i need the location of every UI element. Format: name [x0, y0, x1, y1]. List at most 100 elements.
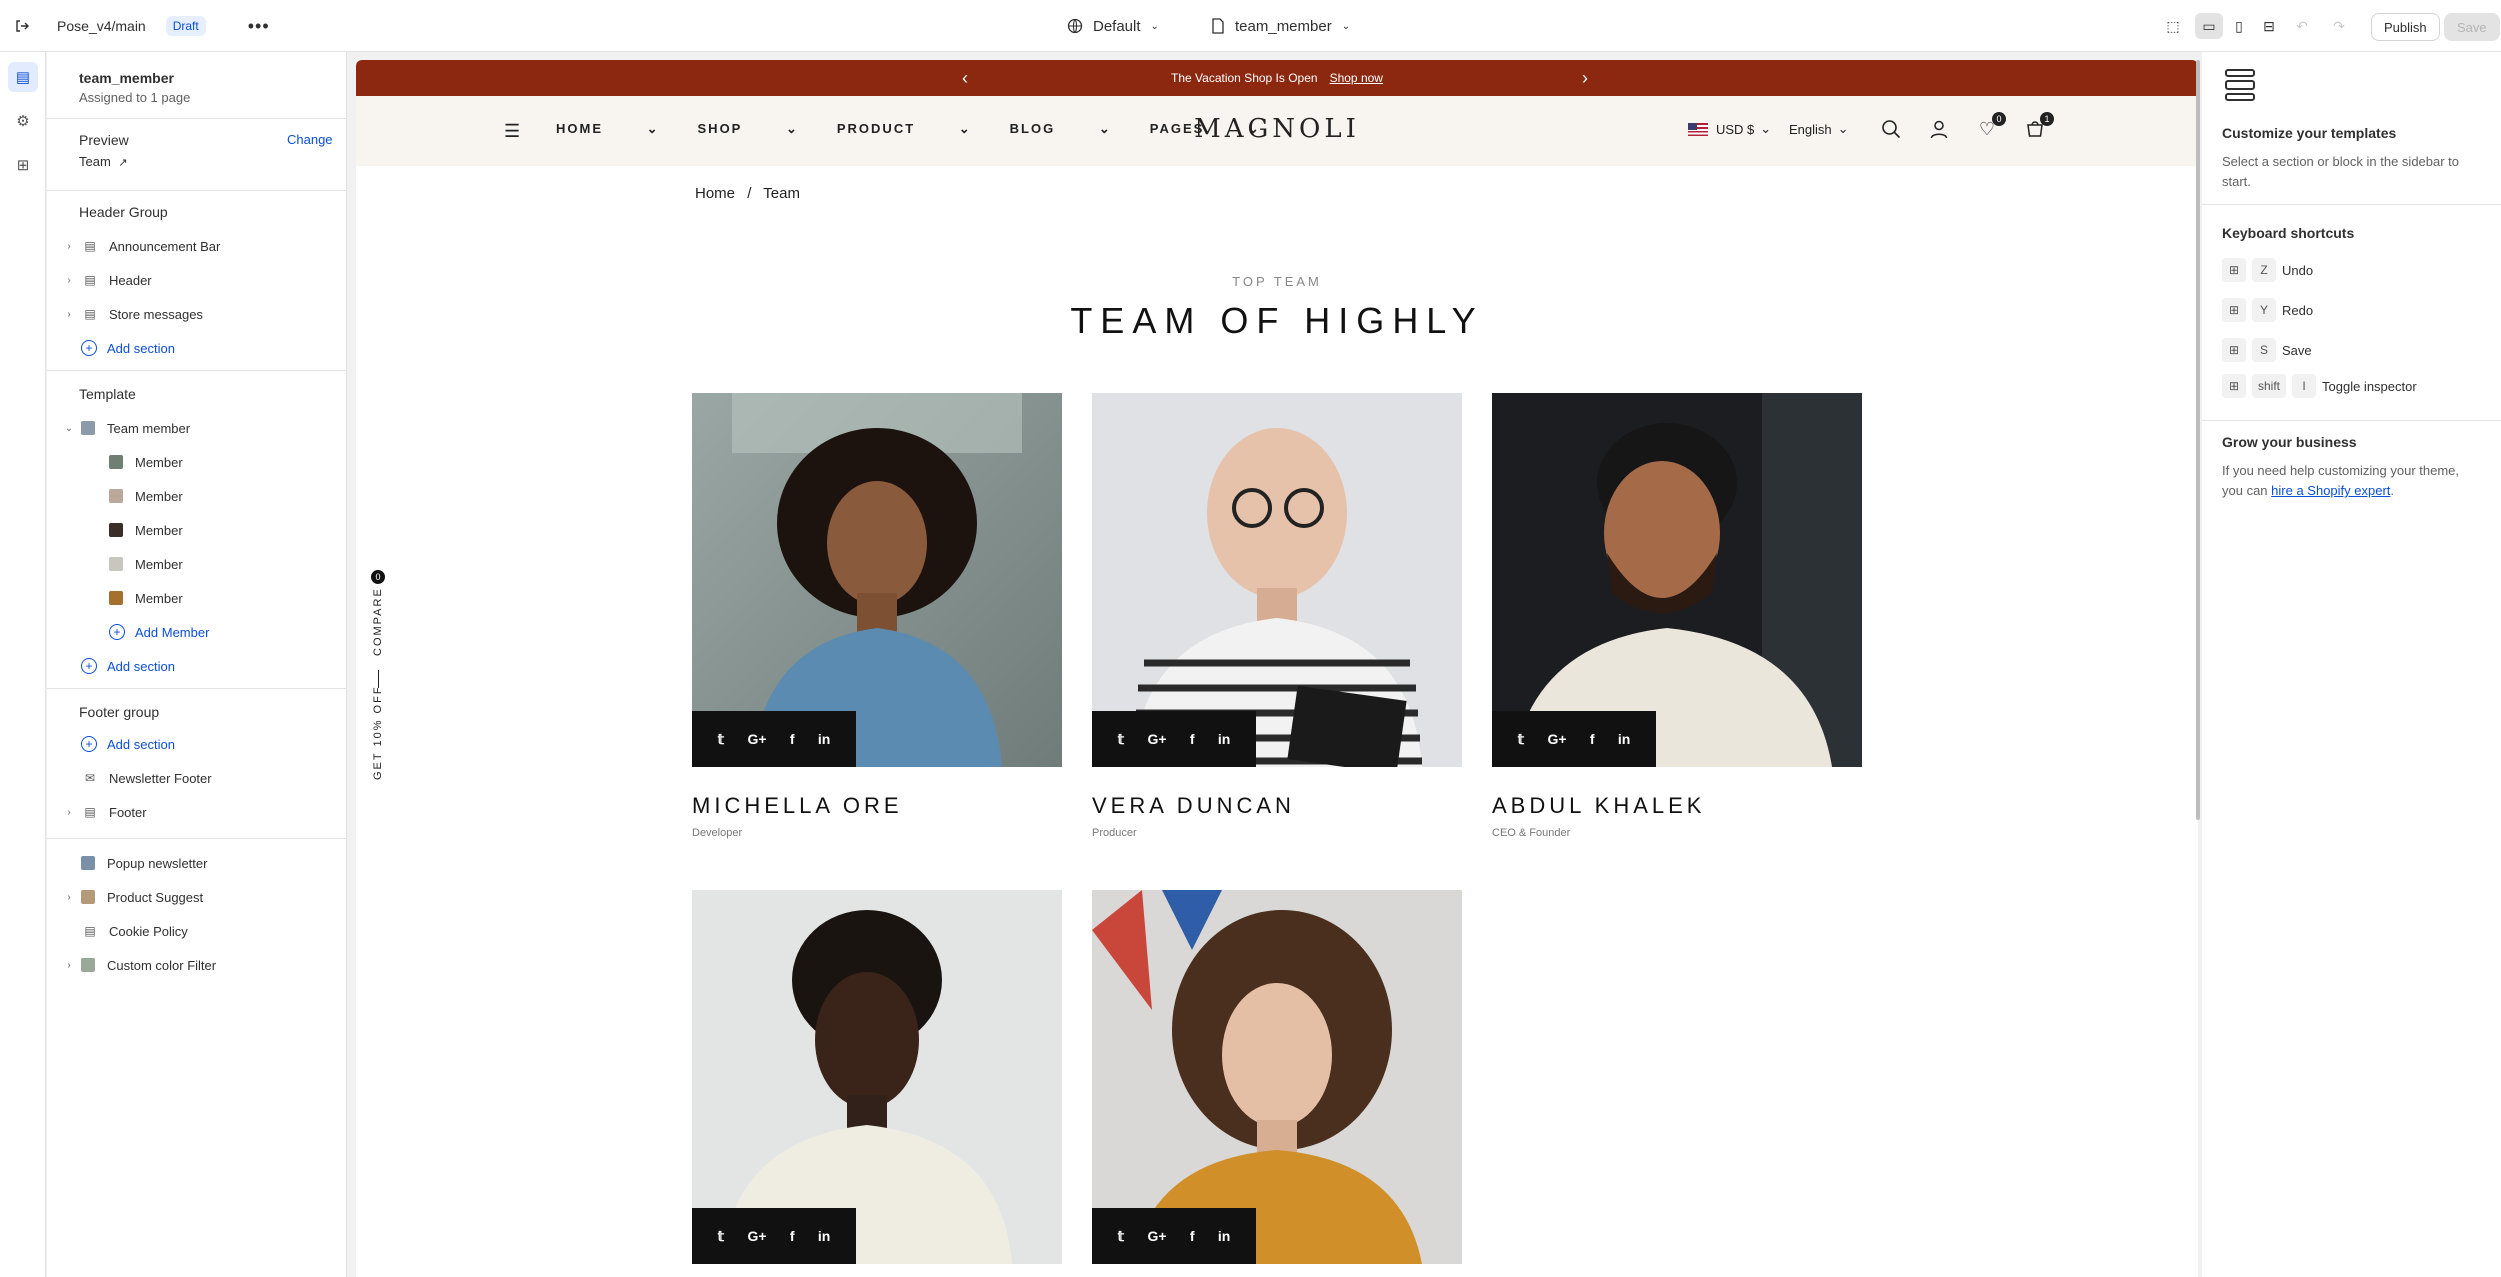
block-member[interactable]: Member: [47, 447, 347, 477]
breadcrumb-home[interactable]: Home: [695, 185, 735, 202]
theme-selector[interactable]: Default ⌄: [1067, 14, 1159, 38]
block-label: Member: [135, 488, 183, 504]
member-thumbnail: [109, 591, 123, 605]
add-section-template-button[interactable]: + Add section: [47, 651, 347, 681]
section-label: Team member: [107, 420, 191, 436]
apps-tab[interactable]: ⊞: [8, 150, 38, 180]
block-member[interactable]: Member: [47, 481, 347, 511]
twitter-icon[interactable]: 𝕥: [718, 731, 725, 748]
us-flag-icon: [1688, 122, 1708, 136]
section-header[interactable]: › ▤ Header: [47, 265, 347, 295]
twitter-icon[interactable]: 𝕥: [1118, 1228, 1125, 1245]
section-newsletter-footer[interactable]: ✉ Newsletter Footer: [47, 763, 347, 793]
section-product-suggest[interactable]: › Product Suggest: [47, 882, 347, 912]
linkedin-icon[interactable]: in: [1218, 1228, 1230, 1244]
linkedin-icon[interactable]: in: [818, 1228, 830, 1244]
footer-group-title: Footer group: [79, 704, 160, 720]
shortcut-key: ⊞: [2222, 258, 2246, 282]
twitter-icon[interactable]: 𝕥: [1118, 731, 1125, 748]
product-suggest-thumbnail: [81, 890, 95, 904]
cart-icon[interactable]: 1: [2022, 112, 2054, 142]
hire-expert-link[interactable]: hire a Shopify expert: [2271, 483, 2390, 498]
google-plus-icon[interactable]: G+: [747, 1228, 766, 1244]
preview-change-link[interactable]: Change: [287, 132, 333, 147]
preview-scrollbar[interactable]: [2196, 60, 2200, 820]
linkedin-icon[interactable]: in: [1618, 731, 1630, 747]
facebook-icon[interactable]: f: [790, 1228, 795, 1244]
google-plus-icon[interactable]: G+: [1147, 1228, 1166, 1244]
member-role: Producer: [1092, 827, 1137, 839]
section-label: Popup newsletter: [107, 855, 208, 871]
add-section-header-button[interactable]: + Add section: [47, 333, 347, 363]
preview-value-label: Team: [79, 154, 111, 169]
chevron-right-icon: ›: [67, 240, 71, 252]
shortcut-label: Undo: [2282, 262, 2314, 278]
announcement-link[interactable]: Shop now: [1330, 71, 1383, 85]
inspector-button[interactable]: ⬚: [2159, 13, 2187, 39]
section-title: TEAM OF HIGHLY: [1070, 300, 1484, 341]
compare-sidebar-tab[interactable]: 0 COMPARE GET 10% OFF: [356, 570, 396, 860]
chevron-left-icon[interactable]: ‹: [962, 68, 968, 89]
section-footer[interactable]: › ▤ Footer: [47, 797, 347, 827]
facebook-icon[interactable]: f: [1190, 1228, 1195, 1244]
draft-badge: Draft: [165, 16, 206, 36]
add-member-label: Add Member: [135, 624, 210, 640]
account-icon[interactable]: [1926, 116, 1952, 142]
section-team-member[interactable]: ⌄ Team member: [47, 413, 347, 443]
shortcut-label: Save: [2282, 342, 2312, 358]
desktop-view-button[interactable]: ▭: [2195, 13, 2223, 39]
language-selector[interactable]: English ⌄: [1789, 121, 1849, 137]
google-plus-icon[interactable]: G+: [1547, 731, 1566, 747]
section-custom-color-filter[interactable]: › Custom color Filter: [47, 950, 347, 980]
section-icon: ▤: [84, 805, 96, 819]
undo-icon: ↶: [2296, 17, 2308, 34]
facebook-icon[interactable]: f: [1190, 731, 1195, 747]
more-actions-button[interactable]: •••: [248, 16, 270, 37]
chevron-right-icon[interactable]: ›: [1582, 68, 1588, 89]
currency-selector[interactable]: USD $ ⌄: [1688, 121, 1771, 137]
add-section-label: Add section: [107, 658, 175, 674]
twitter-icon[interactable]: 𝕥: [1518, 731, 1525, 748]
section-label: Newsletter Footer: [109, 770, 212, 786]
wishlist-count: 0: [1992, 112, 2006, 126]
theme-settings-tab[interactable]: ⚙: [8, 106, 38, 136]
chevron-down-icon: ⌄: [1837, 121, 1849, 136]
template-selector[interactable]: team_member ⌄: [1211, 14, 1350, 38]
theme-selector-label: Default: [1093, 17, 1141, 35]
facebook-icon[interactable]: f: [790, 731, 795, 747]
announcement-text: The Vacation Shop Is Open: [1171, 71, 1318, 85]
add-member-button[interactable]: + Add Member: [47, 617, 347, 647]
block-member[interactable]: Member: [47, 515, 347, 545]
undo-button[interactable]: ↶: [2288, 13, 2316, 39]
block-label: Member: [135, 590, 183, 606]
publish-button[interactable]: Publish: [2371, 13, 2440, 41]
section-cookie-policy[interactable]: ▤ Cookie Policy: [47, 916, 347, 946]
section-label: Cookie Policy: [109, 923, 188, 939]
wishlist-icon[interactable]: ♡ 0: [1974, 112, 2006, 142]
section-announcement-bar[interactable]: › ▤ Announcement Bar: [47, 231, 347, 261]
shortcut-key: ⊞: [2222, 298, 2246, 322]
redo-button[interactable]: ↷: [2325, 13, 2353, 39]
block-member[interactable]: Member: [47, 583, 347, 613]
facebook-icon[interactable]: f: [1590, 731, 1595, 747]
section-store-messages[interactable]: › ▤ Store messages: [47, 299, 347, 329]
preview-value[interactable]: Team ↗: [79, 154, 128, 169]
preview-label: Preview: [79, 132, 129, 148]
section-popup-newsletter[interactable]: Popup newsletter: [47, 848, 347, 878]
sections-tab[interactable]: ▤: [8, 62, 38, 92]
google-plus-icon[interactable]: G+: [747, 731, 766, 747]
exit-button[interactable]: [14, 14, 30, 38]
search-icon[interactable]: [1878, 116, 1904, 142]
mobile-view-button[interactable]: ▯: [2225, 13, 2253, 39]
save-button[interactable]: Save: [2444, 13, 2500, 41]
announcement-bar[interactable]: ‹ The Vacation Shop Is Open Shop now ›: [356, 60, 2198, 96]
add-section-footer-button[interactable]: + Add section: [47, 729, 347, 759]
linkedin-icon[interactable]: in: [818, 731, 830, 747]
block-member[interactable]: Member: [47, 549, 347, 579]
fullwidth-view-button[interactable]: ⊟: [2255, 13, 2283, 39]
member-name: ABDUL KHALEK: [1492, 793, 1706, 818]
google-plus-icon[interactable]: G+: [1147, 731, 1166, 747]
twitter-icon[interactable]: 𝕥: [718, 1228, 725, 1245]
linkedin-icon[interactable]: in: [1218, 731, 1230, 747]
store-logo[interactable]: MAGNOLI: [356, 114, 2198, 144]
